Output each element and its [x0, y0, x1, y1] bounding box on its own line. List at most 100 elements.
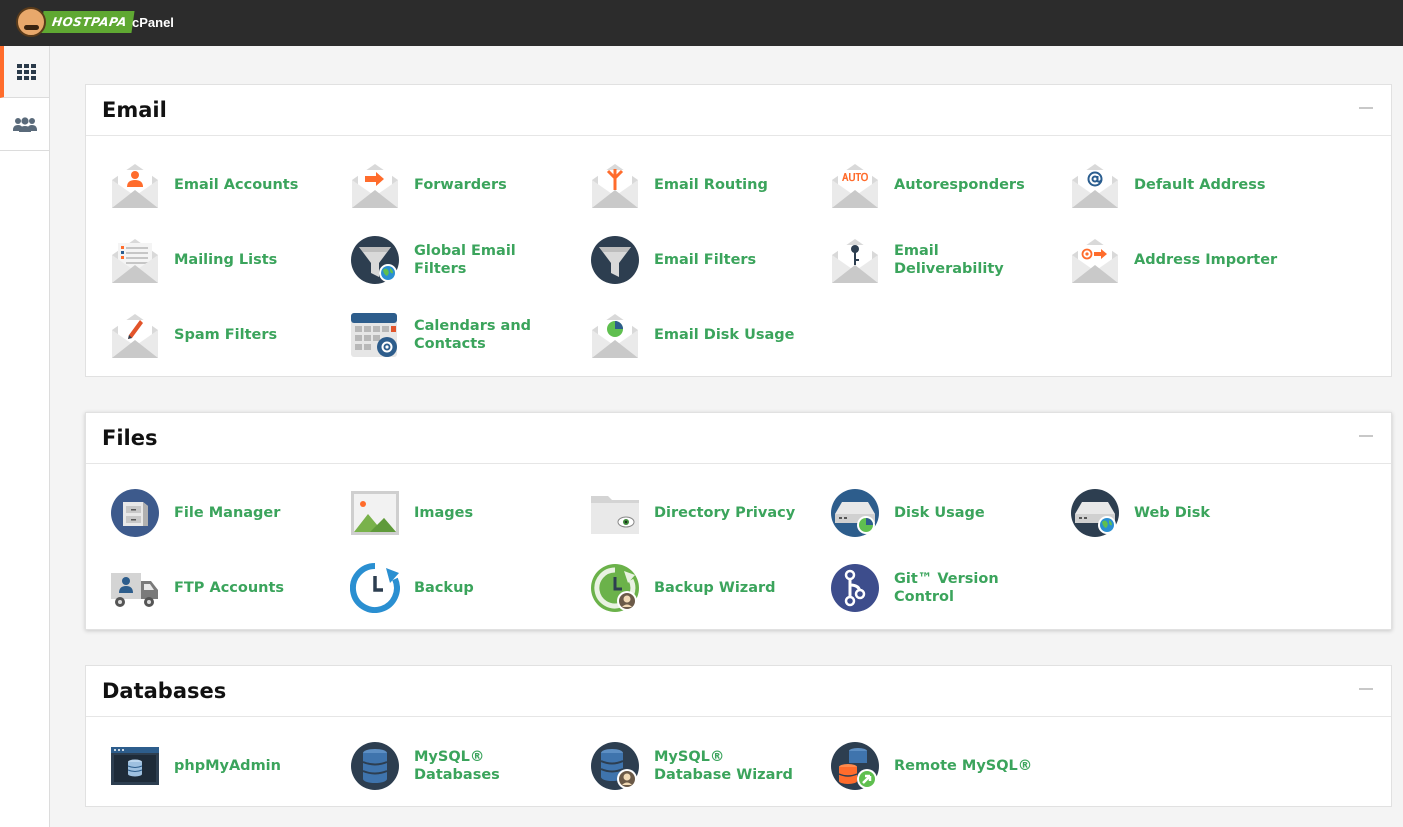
tool-forwarders[interactable]: Forwarders	[326, 160, 556, 210]
tool-label: Global Email Filters	[414, 243, 516, 277]
tool-remote-mysql[interactable]: Remote MySQL®	[806, 741, 1036, 791]
tool-label: Default Address	[1134, 177, 1266, 193]
left-sidebar	[0, 46, 50, 827]
disk-usage-icon	[831, 489, 879, 537]
tool-ftp-accounts[interactable]: FTP Accounts	[86, 563, 316, 613]
tool-label: Address Importer	[1134, 252, 1278, 268]
tool-label: Autoresponders	[894, 177, 1025, 193]
email-section: Email Email Accounts Forwarders Email Ro…	[85, 84, 1392, 377]
address-importer-icon	[1072, 239, 1118, 283]
remote-mysql-icon	[831, 742, 879, 790]
tool-mailing-lists[interactable]: Mailing Lists	[86, 235, 316, 285]
tool-email-accounts[interactable]: Email Accounts	[86, 160, 316, 210]
tool-label: phpMyAdmin	[174, 758, 281, 774]
phpmyadmin-icon	[111, 747, 159, 785]
tool-label: Images	[414, 505, 474, 521]
email-accounts-icon	[112, 164, 158, 208]
tool-label: Spam Filters	[174, 327, 278, 343]
tool-label: Calendars and Contacts	[414, 318, 532, 352]
tool-email-routing[interactable]: Email Routing	[566, 160, 796, 210]
top-bar: HOSTPAPA cPanel	[0, 0, 1403, 46]
autoresponders-icon	[832, 164, 878, 208]
tool-web-disk[interactable]: Web Disk	[1046, 488, 1276, 538]
files-section: Files File Manager Images Directory Priv…	[85, 412, 1392, 630]
spam-filters-icon	[112, 314, 158, 358]
tool-label: Backup	[414, 580, 474, 596]
databases-section-header[interactable]: Databases	[86, 666, 1391, 717]
tool-label: FTP Accounts	[174, 580, 285, 596]
email-disk-usage-icon	[592, 314, 638, 358]
hostpapa-logo[interactable]: HOSTPAPA	[14, 4, 135, 40]
collapse-icon[interactable]	[1359, 688, 1373, 690]
tool-mysql-databases[interactable]: MySQL® Databases	[326, 741, 556, 791]
logo-text: HOSTPAPA	[40, 11, 135, 33]
tool-label: Mailing Lists	[174, 252, 278, 268]
directory-privacy-icon	[591, 496, 639, 534]
tool-email-deliverability[interactable]: Email Deliverability	[806, 235, 1036, 285]
images-icon	[351, 491, 399, 535]
tool-label: Directory Privacy	[654, 505, 796, 521]
email-section-header[interactable]: Email	[86, 85, 1391, 136]
tool-autoresponders[interactable]: Autoresponders	[806, 160, 1036, 210]
global-email-filters-icon	[351, 236, 399, 284]
file-manager-icon	[111, 489, 159, 537]
email-filters-icon	[591, 236, 639, 284]
tool-label: Email Deliverability	[894, 243, 1004, 277]
default-address-icon	[1072, 164, 1118, 208]
collapse-icon[interactable]	[1359, 107, 1373, 109]
tool-label: Remote MySQL®	[894, 758, 1033, 774]
tool-label: Git™ Version Control	[894, 571, 999, 605]
tool-mysql-database-wizard[interactable]: MySQL® Database Wizard	[566, 741, 796, 791]
sidebar-item-users[interactable]	[0, 99, 49, 151]
forwarders-icon	[352, 164, 398, 208]
tool-phpmyadmin[interactable]: phpMyAdmin	[86, 741, 316, 791]
mailing-lists-icon	[112, 239, 158, 283]
email-deliverability-icon	[832, 239, 878, 283]
email-routing-icon	[592, 164, 638, 208]
tool-label: Email Routing	[654, 177, 768, 193]
tool-backup-wizard[interactable]: Backup Wizard	[566, 563, 796, 613]
backup-icon	[350, 563, 400, 613]
tool-label: Email Accounts	[174, 177, 299, 193]
tool-disk-usage[interactable]: Disk Usage	[806, 488, 1036, 538]
tool-label: Email Filters	[654, 252, 757, 268]
tool-spam-filters[interactable]: Spam Filters	[86, 310, 316, 360]
ftp-accounts-icon	[111, 573, 158, 607]
tool-calendars-contacts[interactable]: Calendars and Contacts	[326, 310, 556, 360]
tool-label: Email Disk Usage	[654, 327, 795, 343]
web-disk-icon	[1071, 489, 1119, 537]
users-icon	[12, 116, 37, 132]
tool-label: File Manager	[174, 505, 281, 521]
tool-label: MySQL® Database Wizard	[654, 749, 793, 783]
section-title: Email	[102, 98, 167, 122]
mysql-wizard-icon	[591, 742, 639, 790]
tool-label: Forwarders	[414, 177, 507, 193]
calendar-icon	[351, 313, 397, 357]
git-icon	[831, 564, 879, 612]
collapse-icon[interactable]	[1359, 435, 1373, 437]
section-title: Databases	[102, 679, 227, 703]
backup-wizard-icon	[591, 564, 639, 612]
mysql-databases-icon	[351, 742, 399, 790]
tool-images[interactable]: Images	[326, 488, 556, 538]
tool-address-importer[interactable]: Address Importer	[1046, 235, 1277, 285]
tool-global-email-filters[interactable]: Global Email Filters	[326, 235, 556, 285]
tool-backup[interactable]: Backup	[326, 563, 556, 613]
tool-directory-privacy[interactable]: Directory Privacy	[566, 488, 796, 538]
mascot-icon	[16, 7, 46, 37]
app-title[interactable]: cPanel	[132, 15, 174, 30]
databases-section: Databases phpMyAdmin MySQL® Databases My…	[85, 665, 1392, 807]
tool-label: Backup Wizard	[654, 580, 776, 596]
tool-label: Disk Usage	[894, 505, 985, 521]
tool-email-filters[interactable]: Email Filters	[566, 235, 796, 285]
tool-label: MySQL® Databases	[414, 749, 500, 783]
sidebar-item-tools[interactable]	[0, 46, 49, 98]
section-title: Files	[102, 426, 158, 450]
files-section-header[interactable]: Files	[86, 413, 1391, 464]
tool-git-version-control[interactable]: Git™ Version Control	[806, 563, 1036, 613]
tool-label: Web Disk	[1134, 505, 1211, 521]
grid-icon	[17, 63, 36, 80]
tool-default-address[interactable]: Default Address	[1046, 160, 1276, 210]
tool-file-manager[interactable]: File Manager	[86, 488, 316, 538]
tool-email-disk-usage[interactable]: Email Disk Usage	[566, 310, 796, 360]
